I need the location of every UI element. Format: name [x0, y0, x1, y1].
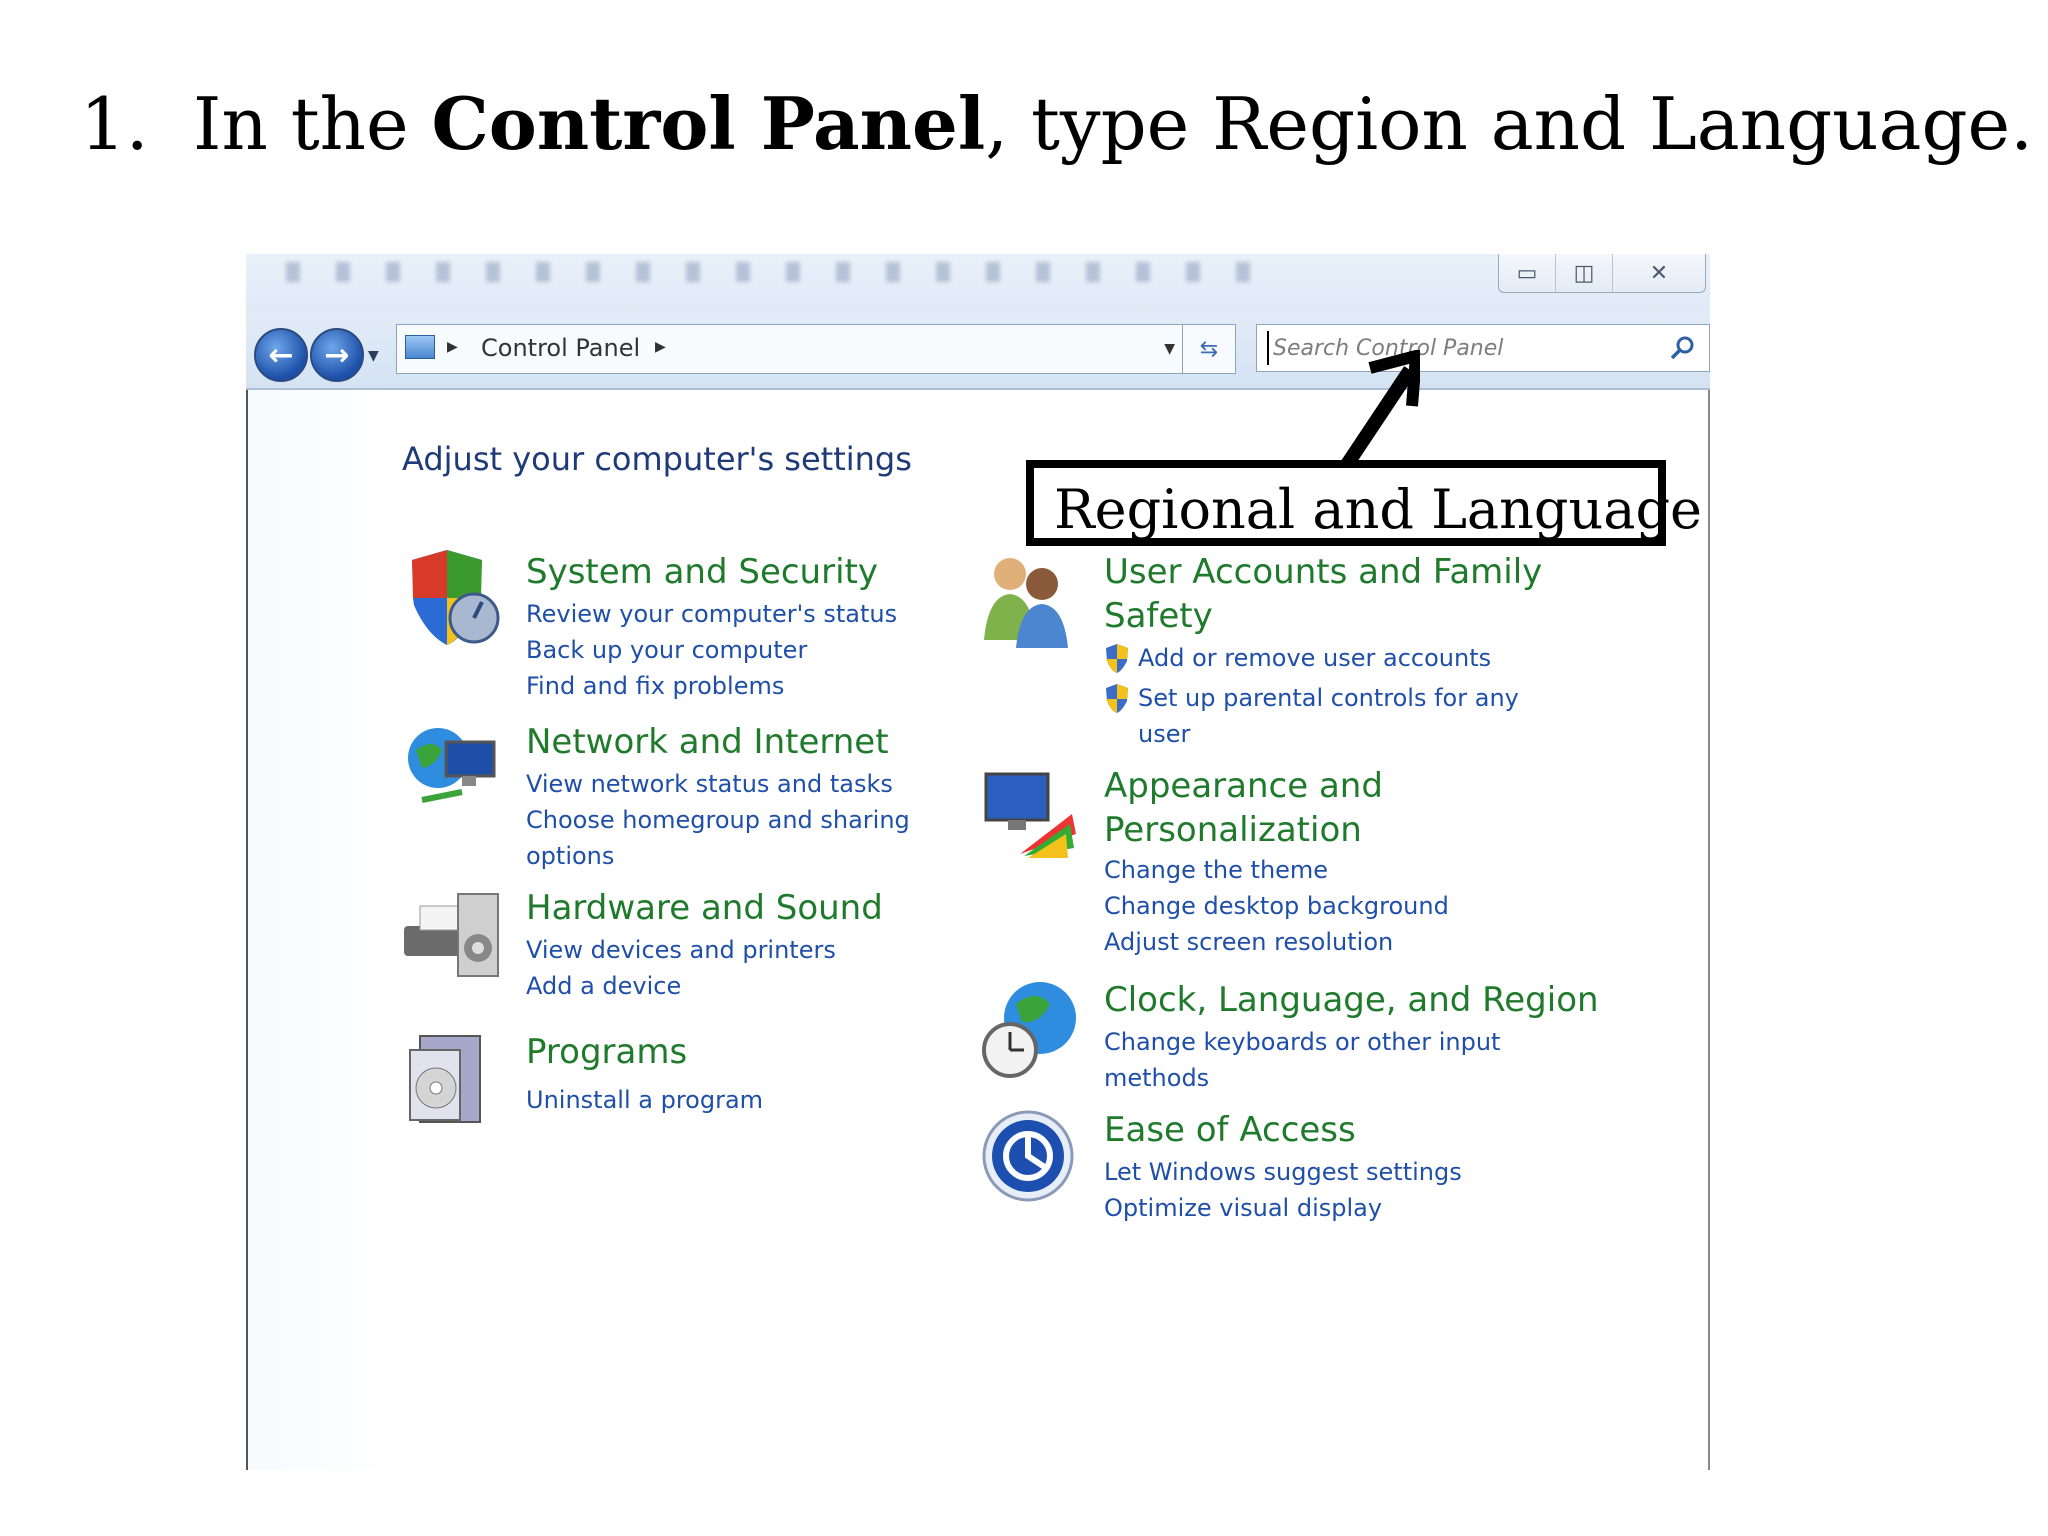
category-title[interactable]: Ease of Access: [1104, 1108, 1356, 1152]
category-title[interactable]: Clock, Language, and Region: [1104, 978, 1599, 1022]
category-title[interactable]: Appearance and Personalization: [1104, 764, 1383, 852]
users-icon: [984, 558, 1068, 648]
maximize-button[interactable]: ◫: [1555, 254, 1612, 292]
instruction-text: 1. In the Control Panel, type Region and …: [80, 82, 2033, 166]
annotation-callout: Regional and Language: [1026, 460, 1702, 546]
category-title-line[interactable]: User Accounts and Family: [1104, 550, 1542, 594]
instruction-prefix: In the: [193, 82, 432, 166]
clock-globe-icon: [982, 982, 1076, 1078]
link-homegroup[interactable]: Choose homegroup and sharing: [526, 802, 910, 838]
uac-shield-icon: [1106, 644, 1128, 673]
category-title-line[interactable]: Personalization: [1104, 808, 1383, 852]
link-change-keyboards-cont[interactable]: methods: [1104, 1060, 1500, 1096]
category-title[interactable]: User Accounts and Family Safety: [1104, 550, 1542, 638]
ease-of-access-icon: [982, 1110, 1074, 1202]
back-arrow-icon[interactable]: ←: [254, 328, 308, 382]
close-button[interactable]: ✕: [1612, 254, 1705, 292]
window-controls: ▭ ◫ ✕: [1498, 254, 1706, 293]
monitor-palette-icon: [984, 772, 1076, 858]
title-bar: ▭ ◫ ✕: [246, 254, 1710, 314]
link-text[interactable]: Set up parental controls for any: [1138, 684, 1519, 712]
shield-icon: [412, 550, 500, 645]
category-title[interactable]: Hardware and Sound: [526, 886, 883, 930]
link-screen-resolution[interactable]: Adjust screen resolution: [1104, 924, 1449, 960]
link-devices-printers[interactable]: View devices and printers: [526, 932, 836, 968]
control-panel-window: ▭ ◫ ✕ ← → ▼ ▶ Control Panel ▶ ▼ ⇆ Adjust…: [246, 254, 1710, 1470]
link-add-remove-accounts[interactable]: Add or remove user accounts: [1104, 640, 1519, 676]
link-change-keyboards[interactable]: Change keyboards or other input: [1104, 1024, 1500, 1060]
category-title-line[interactable]: Appearance and: [1104, 764, 1383, 808]
link-back-up[interactable]: Back up your computer: [526, 632, 897, 668]
address-dropdown-icon[interactable]: ▼: [1164, 341, 1175, 357]
link-text[interactable]: Add or remove user accounts: [1138, 644, 1491, 672]
link-change-theme[interactable]: Change the theme: [1104, 852, 1449, 888]
breadcrumb-separator-icon[interactable]: ▶: [447, 339, 458, 355]
programs-box-icon: [409, 1035, 481, 1123]
link-parental-controls-cont[interactable]: user: [1104, 716, 1519, 752]
link-parental-controls[interactable]: Set up parental controls for any: [1104, 680, 1519, 716]
instruction-suffix: , type Region and Language.: [985, 82, 2034, 166]
callout-text: Regional and Language: [1054, 478, 1702, 541]
refresh-icon[interactable]: ⇆: [1182, 325, 1235, 373]
link-desktop-background[interactable]: Change desktop background: [1104, 888, 1449, 924]
control-panel-content: Adjust your computer's settings System a…: [246, 390, 1710, 1470]
recent-pages-dropdown[interactable]: ▼: [368, 348, 379, 364]
category-title[interactable]: Network and Internet: [526, 720, 889, 764]
step-number: 1.: [80, 82, 149, 166]
breadcrumb-control-panel[interactable]: Control Panel: [481, 334, 640, 362]
link-optimize-display[interactable]: Optimize visual display: [1104, 1190, 1462, 1226]
category-title[interactable]: Programs: [526, 1030, 687, 1074]
blurred-taskbar-icons: [286, 262, 1286, 282]
printer-icon: [404, 893, 499, 977]
link-find-fix[interactable]: Find and fix problems: [526, 668, 897, 704]
link-review-status[interactable]: Review your computer's status: [526, 596, 897, 632]
link-windows-suggest[interactable]: Let Windows suggest settings: [1104, 1154, 1462, 1190]
minimize-button[interactable]: ▭: [1499, 254, 1555, 292]
link-uninstall[interactable]: Uninstall a program: [526, 1082, 763, 1118]
network-globe-icon: [408, 728, 496, 803]
category-title-line[interactable]: Safety: [1104, 594, 1542, 638]
forward-arrow-icon[interactable]: →: [310, 328, 364, 382]
navigation-bar: ← → ▼ ▶ Control Panel ▶ ▼ ⇆: [246, 314, 1710, 390]
control-panel-icon: [405, 335, 435, 359]
uac-shield-icon: [1106, 684, 1128, 713]
breadcrumb-chevron-icon[interactable]: ▶: [655, 339, 666, 355]
category-title[interactable]: System and Security: [526, 550, 878, 594]
page-title: Adjust your computer's settings: [402, 440, 912, 478]
link-view-network[interactable]: View network status and tasks: [526, 766, 910, 802]
instruction-bold: Control Panel: [431, 81, 986, 166]
address-bar[interactable]: ▶ Control Panel ▶ ▼ ⇆: [396, 324, 1236, 374]
link-homegroup-cont[interactable]: options: [526, 838, 910, 874]
link-add-device[interactable]: Add a device: [526, 968, 836, 1004]
magnifier-icon[interactable]: [1667, 333, 1697, 363]
